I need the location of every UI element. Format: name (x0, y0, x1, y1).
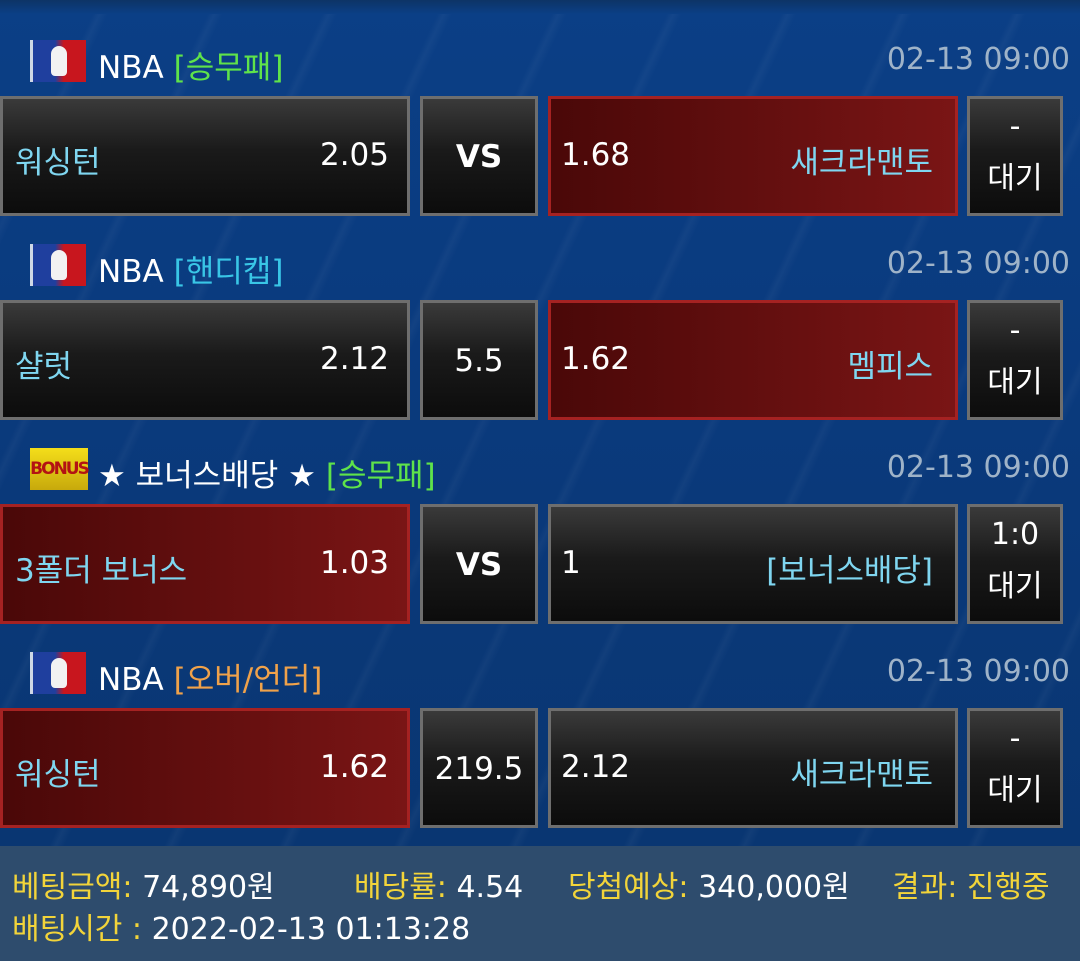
expected-win: 당첨예상: 340,000원 (568, 862, 850, 906)
vs-label: VS (455, 547, 503, 583)
away-odds: 1.62 (561, 341, 631, 377)
away-odds: 1 (561, 545, 581, 581)
home-team: 3폴더 보너스 (15, 553, 188, 589)
status-cell: - 대기 (967, 300, 1063, 420)
odds-value: 4.54 (456, 870, 524, 905)
score: - (1009, 109, 1021, 144)
league-row: NBA [핸디캡] 02-13 09:00 (0, 204, 1080, 290)
status-text: 대기 (987, 773, 1043, 808)
bet-time-label: 배팅시간 : (12, 912, 143, 947)
result-value: 진행중 (966, 870, 1050, 905)
match-time: 02-13 09:00 (886, 450, 1070, 485)
status-cell: - 대기 (967, 708, 1063, 828)
match-time: 02-13 09:00 (886, 42, 1070, 77)
status-cell: 1:0 대기 (967, 504, 1063, 624)
league-name: NBA (98, 662, 164, 698)
league-row: ★ 보너스배당 ★ [승무패] 02-13 09:00 (0, 408, 1080, 494)
home-bet-button[interactable]: 샬럿 2.12 (0, 300, 410, 420)
expected-label: 당첨예상: (568, 870, 689, 905)
market-tag: [승무패] (325, 458, 436, 494)
home-team: 샬럿 (15, 349, 73, 385)
bet-amount: 베팅금액: 74,890원 (12, 862, 275, 906)
match-block-2: NBA [핸디캡] 02-13 09:00 샬럿 2.12 5.5 1.62 멤피… (0, 204, 1080, 420)
status-text: 대기 (987, 569, 1043, 604)
score: 1:0 (990, 517, 1040, 552)
market-tag: [승무패] (173, 50, 284, 86)
away-team: 새크라맨토 (790, 145, 933, 181)
score: - (1009, 721, 1021, 756)
odds-label: 배당률: (354, 870, 447, 905)
home-odds: 1.03 (319, 545, 389, 581)
away-team: 새크라맨토 (790, 757, 933, 793)
market-tag: [핸디캡] (173, 254, 284, 290)
total-line-cell[interactable]: 219.5 (420, 708, 538, 828)
match-time: 02-13 09:00 (886, 246, 1070, 281)
home-bet-button[interactable]: 워싱턴 2.05 (0, 96, 410, 216)
status-cell: - 대기 (967, 96, 1063, 216)
status-text: 대기 (987, 365, 1043, 400)
result: 결과: 진행중 (892, 862, 1050, 906)
league-row: NBA [오버/언더] 02-13 09:00 (0, 612, 1080, 698)
bet-time: 배팅시간 : 2022-02-13 01:13:28 (12, 904, 470, 948)
score: - (1009, 313, 1021, 348)
home-bet-button[interactable]: 워싱턴 1.62 (0, 708, 410, 828)
home-odds: 2.05 (319, 137, 389, 173)
handicap-cell[interactable]: 5.5 (420, 300, 538, 420)
nba-logo-icon (30, 244, 86, 286)
away-bet-button[interactable]: 1.62 멤피스 (548, 300, 958, 420)
away-odds: 2.12 (561, 749, 631, 785)
home-team: 워싱턴 (15, 757, 101, 793)
middle-cell[interactable]: VS (420, 504, 538, 624)
bet-summary: 베팅금액: 74,890원 배당률: 4.54 당첨예상: 340,000원 결… (0, 846, 1080, 961)
away-team: [보너스배당] (766, 553, 933, 589)
match-time: 02-13 09:00 (886, 654, 1070, 689)
bet-amount-label: 베팅금액: (12, 870, 133, 905)
match-block-3: ★ 보너스배당 ★ [승무패] 02-13 09:00 3폴더 보너스 1.03 … (0, 408, 1080, 624)
nba-logo-icon (30, 40, 86, 82)
vs-label: VS (455, 139, 503, 175)
result-label: 결과: (892, 870, 958, 905)
home-bet-button[interactable]: 3폴더 보너스 1.03 (0, 504, 410, 624)
league-name: ★ 보너스배당 ★ (98, 458, 316, 494)
odds-total: 배당률: 4.54 (354, 862, 523, 906)
league-row: NBA [승무패] 02-13 09:00 (0, 0, 1080, 86)
nba-logo-icon (30, 652, 86, 694)
home-team: 워싱턴 (15, 145, 101, 181)
expected-value: 340,000원 (698, 870, 850, 905)
away-bet-button[interactable]: 1 [보너스배당] (548, 504, 958, 624)
away-team: 멤피스 (847, 349, 933, 385)
total-line-value: 219.5 (434, 751, 524, 787)
status-text: 대기 (987, 161, 1043, 196)
away-bet-button[interactable]: 1.68 새크라맨토 (548, 96, 958, 216)
handicap-value: 5.5 (454, 343, 504, 379)
away-odds: 1.68 (561, 137, 631, 173)
league-name: NBA (98, 254, 164, 290)
league-name: NBA (98, 50, 164, 86)
away-bet-button[interactable]: 2.12 새크라맨토 (548, 708, 958, 828)
bet-time-value: 2022-02-13 01:13:28 (151, 912, 471, 947)
middle-cell[interactable]: VS (420, 96, 538, 216)
match-block-4: NBA [오버/언더] 02-13 09:00 워싱턴 1.62 219.5 2.… (0, 612, 1080, 828)
market-tag: [오버/언더] (173, 662, 323, 698)
bet-amount-value: 74,890원 (142, 870, 275, 905)
home-odds: 2.12 (319, 341, 389, 377)
home-odds: 1.62 (319, 749, 389, 785)
match-block-1: NBA [승무패] 02-13 09:00 워싱턴 2.05 VS 1.68 새크… (0, 0, 1080, 216)
